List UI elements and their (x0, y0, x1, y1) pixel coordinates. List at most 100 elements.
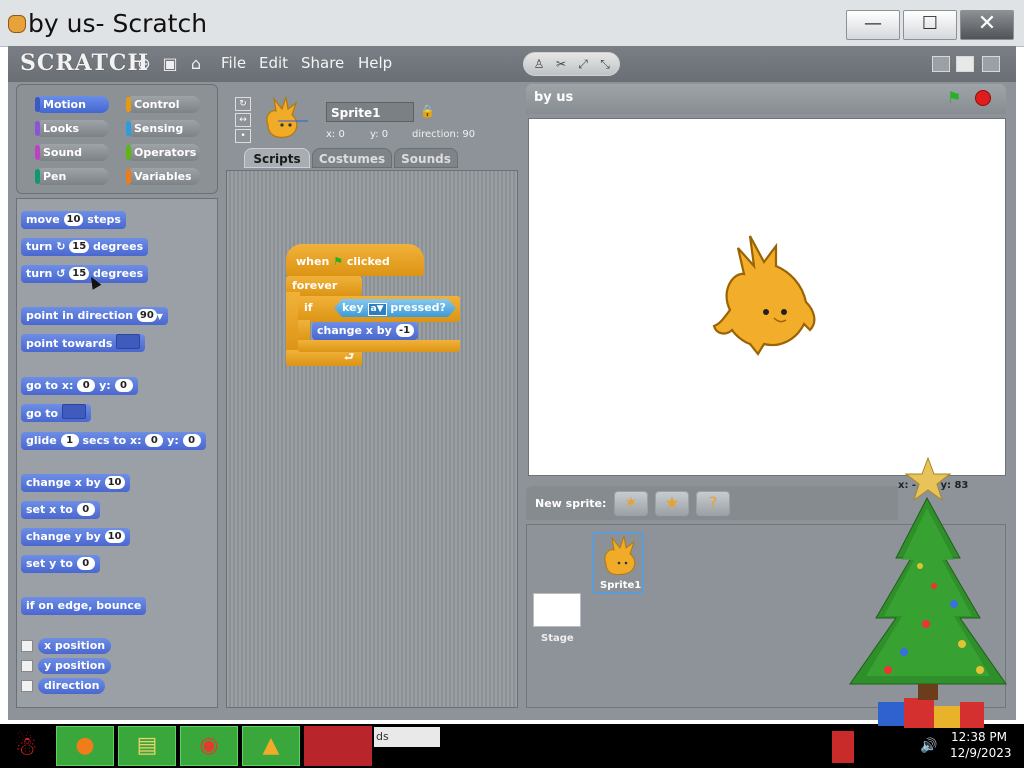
duplicate-tool-icon[interactable]: ♙ (530, 56, 548, 72)
paint-new-sprite-button[interactable]: ✶ (614, 491, 648, 516)
category-operators[interactable]: Operators (126, 144, 200, 161)
sprite-costume-thumbnail (266, 96, 308, 138)
rotate-style-full-icon[interactable]: ↻ (235, 97, 251, 111)
move-steps-block[interactable]: move 10 steps (21, 211, 126, 229)
go-to-block[interactable]: go to (21, 404, 91, 422)
sprite-name-field[interactable]: Sprite1 (326, 102, 414, 122)
taskbar-search-field[interactable]: ds (374, 727, 440, 747)
stage-header (526, 84, 1006, 114)
folder-star-icon: ★ (664, 493, 680, 512)
script-change-x-block[interactable]: change x by -1 (312, 322, 418, 340)
turn-left-block[interactable]: turn ↺ 15 degrees (21, 265, 149, 283)
sprite1-thumbnail-image (604, 535, 636, 575)
taskbar-decoration (304, 726, 372, 766)
category-sensing[interactable]: Sensing (126, 120, 200, 137)
christmas-tree-decoration (849, 456, 1007, 728)
scratch-cat-taskbar-icon: ▲ (262, 733, 280, 758)
key-pressed-block[interactable]: key a▼ pressed? (334, 299, 456, 317)
change-y-block[interactable]: change y by 10 (21, 528, 130, 546)
if-block-bottom (298, 340, 460, 352)
y-position-reporter[interactable]: y position (38, 658, 112, 674)
chrome-taskbar-button[interactable]: ◉ (180, 726, 238, 766)
glide-block[interactable]: glide 1 secs to x: 0 y: 0 (21, 432, 206, 450)
maximize-button[interactable]: ☐ (903, 10, 957, 40)
green-flag-button[interactable]: ⚑ (947, 89, 967, 107)
tab-costumes[interactable]: Costumes (312, 148, 392, 168)
lock-icon[interactable]: 🔒 (420, 104, 435, 118)
turn-right-block[interactable]: turn ↻ 15 degrees (21, 238, 149, 256)
when-flag-clicked-block[interactable]: when ⚑ clicked (286, 244, 424, 276)
forever-loop-arrow-icon: ⮐ (286, 350, 362, 366)
rotate-style-none-icon[interactable]: • (235, 129, 251, 143)
clock-date[interactable]: 12/9/2023 (950, 746, 1012, 760)
menu-help[interactable]: Help (358, 54, 392, 72)
save-icon[interactable]: ▣ (160, 54, 180, 74)
category-sound[interactable]: Sound (35, 144, 109, 161)
surprise-sprite-button[interactable]: ? (696, 491, 730, 516)
rotate-left-icon: ↺ (56, 267, 66, 280)
x-position-reporter[interactable]: x position (38, 638, 112, 654)
chrome-icon: ◉ (199, 733, 219, 758)
close-button[interactable]: ✕ (960, 10, 1014, 40)
direction-reporter[interactable]: direction (38, 678, 106, 694)
go-to-xy-block[interactable]: go to x: 0 y: 0 (21, 377, 138, 395)
if-block-arm (298, 320, 310, 342)
point-towards-block[interactable]: point towards (21, 334, 146, 352)
menu-share[interactable]: Share (301, 54, 344, 72)
sprite1-thumbnail-label: Sprite1 (600, 580, 642, 591)
project-title: by us (534, 90, 574, 105)
x-position-checkbox[interactable] (21, 640, 33, 652)
folder-icon: ▤ (136, 733, 158, 758)
category-variables[interactable]: Variables (126, 168, 200, 185)
new-sprite-label: New sprite: (535, 497, 607, 510)
delete-tool-icon[interactable]: ✂ (552, 56, 570, 72)
change-x-block[interactable]: change x by 10 (21, 474, 130, 492)
tab-scripts[interactable]: Scripts (244, 148, 310, 168)
santa-start-icon[interactable]: ☃ (4, 727, 48, 767)
scratch-cat-icon (8, 15, 26, 33)
category-looks[interactable]: Looks (35, 120, 109, 137)
sprite-x-readout: x: 0 (326, 129, 345, 140)
point-towards-dropdown[interactable] (116, 334, 141, 349)
question-star-icon: ? (708, 493, 718, 512)
menu-file[interactable]: File (221, 54, 246, 72)
minimize-button[interactable]: — (846, 10, 900, 40)
scratch-logo: SCRATCH (20, 50, 150, 76)
menu-edit[interactable]: Edit (259, 54, 288, 72)
y-position-checkbox[interactable] (21, 660, 33, 672)
firefox-icon: ● (75, 733, 95, 758)
firefox-taskbar-button[interactable]: ● (56, 726, 114, 766)
scratch-taskbar-button[interactable]: ▲ (242, 726, 300, 766)
rotate-right-icon: ↻ (56, 240, 66, 253)
stage-thumbnail[interactable] (533, 593, 581, 627)
stage-thumbnail-label: Stage (541, 633, 574, 644)
sprite-on-stage[interactable] (710, 232, 822, 358)
grow-tool-icon[interactable]: ⤢ (574, 56, 592, 72)
paint-star-icon: ✶ (624, 493, 638, 512)
presentation-mode-icon[interactable] (982, 56, 1000, 72)
sprite-y-readout: y: 0 (370, 129, 389, 140)
rotate-style-flip-icon[interactable]: ↔ (235, 113, 251, 127)
stop-button[interactable] (975, 90, 991, 106)
direction-checkbox[interactable] (21, 680, 33, 692)
globe-icon[interactable]: ⊕ (134, 54, 154, 74)
window-title: by us- Scratch (28, 9, 208, 38)
set-x-block[interactable]: set x to 0 (21, 501, 100, 519)
tab-sounds[interactable]: Sounds (394, 148, 458, 168)
go-to-dropdown[interactable] (61, 404, 86, 419)
green-flag-icon: ⚑ (333, 255, 344, 268)
share-icon[interactable]: ⌂ (186, 54, 206, 74)
set-y-block[interactable]: set y to 0 (21, 555, 100, 573)
normal-stage-icon[interactable] (956, 56, 974, 72)
edit-tools: ♙ ✂ ⤢ ⤡ (523, 52, 620, 76)
category-control[interactable]: Control (126, 96, 200, 113)
shrink-tool-icon[interactable]: ⤡ (596, 56, 614, 72)
category-pen[interactable]: Pen (35, 168, 109, 185)
category-motion[interactable]: Motion (35, 96, 109, 113)
key-dropdown[interactable]: a▼ (368, 303, 387, 316)
file-manager-taskbar-button[interactable]: ▤ (118, 726, 176, 766)
small-stage-icon[interactable] (932, 56, 950, 72)
point-in-direction-block[interactable]: point in direction 90 ▼ (21, 307, 168, 325)
choose-sprite-file-button[interactable]: ★ (655, 491, 689, 516)
if-on-edge-bounce-block[interactable]: if on edge, bounce (21, 597, 147, 615)
